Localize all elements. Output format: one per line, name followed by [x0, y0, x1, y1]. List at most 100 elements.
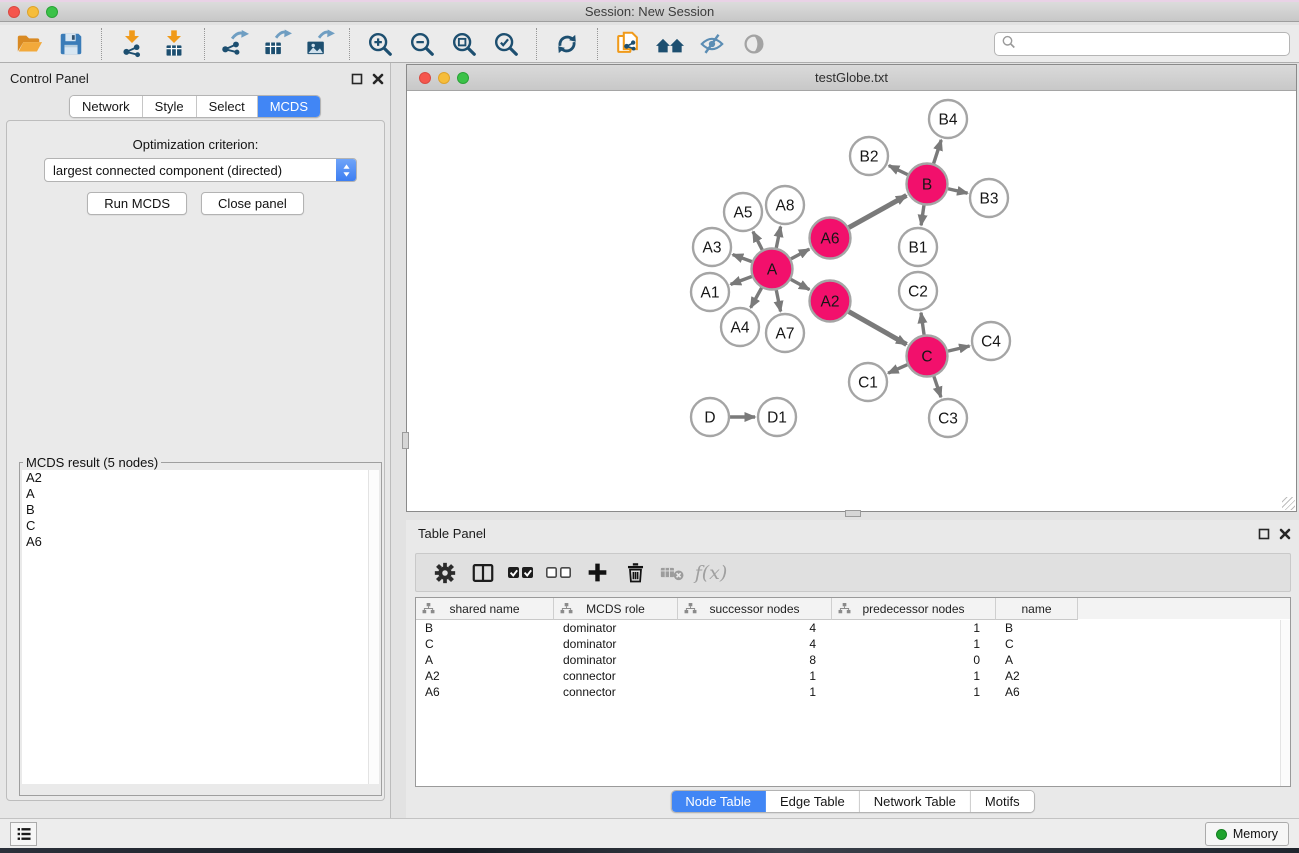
column-header-name[interactable]: name: [996, 598, 1078, 620]
export-table-icon[interactable]: [256, 27, 298, 61]
graph-edge-B-B4[interactable]: [934, 140, 942, 164]
column-header-shared-name[interactable]: shared name: [416, 598, 554, 620]
birdseye-handle-bottom[interactable]: [845, 510, 861, 517]
zoom-fit-icon[interactable]: [443, 27, 485, 61]
float-table-panel-icon[interactable]: [1257, 527, 1270, 540]
float-panel-icon[interactable]: [350, 72, 363, 85]
open-session-icon[interactable]: [8, 27, 50, 61]
delete-table-icon[interactable]: [654, 556, 692, 590]
export-image-icon[interactable]: [298, 27, 340, 61]
graph-node-A4[interactable]: A4: [721, 308, 759, 346]
graph-edge-A-A8[interactable]: [776, 227, 780, 248]
close-panel-button[interactable]: Close panel: [201, 192, 304, 215]
graph-node-A5[interactable]: A5: [724, 193, 762, 231]
graph-node-C1[interactable]: C1: [849, 363, 887, 401]
table-row[interactable]: Bdominator41B: [416, 620, 1290, 636]
graph-edge-B-B2[interactable]: [889, 166, 908, 175]
tab-select[interactable]: Select: [197, 96, 258, 117]
function-builder-icon[interactable]: f(x): [692, 556, 730, 590]
settings-gear-icon[interactable]: [426, 556, 464, 590]
graph-node-A7[interactable]: A7: [766, 314, 804, 352]
tab-network[interactable]: Network: [70, 96, 143, 117]
tab-mcds[interactable]: MCDS: [258, 96, 320, 117]
graph-node-B[interactable]: B: [907, 164, 948, 205]
import-network-icon[interactable]: [111, 27, 153, 61]
graph-node-C[interactable]: C: [907, 336, 948, 377]
tab-edge-table[interactable]: Edge Table: [766, 791, 860, 812]
table-row[interactable]: Adominator80A: [416, 652, 1290, 668]
tab-style[interactable]: Style: [143, 96, 197, 117]
graph-edge-C-C2[interactable]: [921, 313, 924, 335]
table-row[interactable]: A2connector11A2: [416, 668, 1290, 684]
graph-node-C2[interactable]: C2: [899, 272, 937, 310]
graph-node-C4[interactable]: C4: [972, 322, 1010, 360]
deselect-all-checkboxes-icon[interactable]: [540, 556, 578, 590]
graph-edge-C-C3[interactable]: [934, 376, 941, 397]
zoom-window-button[interactable]: [46, 6, 58, 18]
mcds-result-item[interactable]: A6: [22, 534, 379, 550]
graph-node-D1[interactable]: D1: [758, 398, 796, 436]
show-panels-list-icon[interactable]: [10, 822, 37, 846]
table-row[interactable]: Cdominator41C: [416, 636, 1290, 652]
network-zoom-button[interactable]: [457, 72, 469, 84]
graph-edge-A-A1[interactable]: [731, 276, 752, 284]
run-mcds-button[interactable]: Run MCDS: [87, 192, 187, 215]
table-scrollbar[interactable]: [1280, 620, 1290, 786]
graph-edge-B-B3[interactable]: [948, 189, 968, 193]
graph-edge-B-B1[interactable]: [921, 205, 924, 225]
minimize-window-button[interactable]: [27, 6, 39, 18]
graph-node-B2[interactable]: B2: [850, 137, 888, 175]
graph-node-C3[interactable]: C3: [929, 399, 967, 437]
tab-motifs[interactable]: Motifs: [971, 791, 1034, 812]
zoom-selected-icon[interactable]: [485, 27, 527, 61]
graph-edge-A-A4[interactable]: [751, 288, 762, 308]
graph-node-B1[interactable]: B1: [899, 228, 937, 266]
refresh-icon[interactable]: [546, 27, 588, 61]
mcds-result-item[interactable]: C: [22, 518, 379, 534]
graph-node-B3[interactable]: B3: [970, 179, 1008, 217]
search-input[interactable]: [994, 32, 1290, 56]
graph-edge-A6-B[interactable]: [849, 195, 907, 227]
graph-edge-A-A5[interactable]: [753, 232, 762, 250]
zoom-in-icon[interactable]: [359, 27, 401, 61]
import-table-icon[interactable]: [153, 27, 195, 61]
close-table-panel-icon[interactable]: [1278, 527, 1291, 540]
select-all-checkboxes-icon[interactable]: [502, 556, 540, 590]
network-close-button[interactable]: [419, 72, 431, 84]
graph-node-A3[interactable]: A3: [693, 228, 731, 266]
network-graph[interactable]: AA1A2A3A4A5A6A7A8BB1B2B3B4CC1C2C3C4DD1: [407, 91, 1296, 511]
graph-node-A1[interactable]: A1: [691, 273, 729, 311]
save-session-icon[interactable]: [50, 27, 92, 61]
network-minimize-button[interactable]: [438, 72, 450, 84]
hide-eye-icon[interactable]: [691, 27, 733, 61]
show-eye-icon[interactable]: [733, 27, 775, 61]
export-network-icon[interactable]: [214, 27, 256, 61]
mcds-result-item[interactable]: A: [22, 486, 379, 502]
mcds-result-item[interactable]: A2: [22, 470, 379, 486]
close-window-button[interactable]: [8, 6, 20, 18]
table-row[interactable]: A6connector11A6: [416, 684, 1290, 700]
criterion-dropdown[interactable]: largest connected component (directed): [44, 158, 357, 182]
delete-icon[interactable]: [616, 556, 654, 590]
column-header-mcds-role[interactable]: MCDS role: [554, 598, 678, 620]
graph-edge-A-A3[interactable]: [733, 255, 752, 262]
graph-node-D[interactable]: D: [691, 398, 729, 436]
close-panel-icon[interactable]: [371, 72, 384, 85]
graph-node-B4[interactable]: B4: [929, 100, 967, 138]
graph-node-A[interactable]: A: [752, 249, 793, 290]
add-icon[interactable]: [578, 556, 616, 590]
tab-network-table[interactable]: Network Table: [860, 791, 971, 812]
column-header-successor-nodes[interactable]: successor nodes: [678, 598, 832, 620]
mcds-result-item[interactable]: B: [22, 502, 379, 518]
graph-edge-A-A2[interactable]: [791, 279, 810, 289]
graph-edge-A-A6[interactable]: [791, 249, 809, 259]
split-view-icon[interactable]: [464, 556, 502, 590]
mcds-list-scrollbar[interactable]: [368, 470, 379, 784]
column-header-predecessor-nodes[interactable]: predecessor nodes: [832, 598, 996, 620]
graph-node-A8[interactable]: A8: [766, 186, 804, 224]
graph-node-A6[interactable]: A6: [810, 218, 851, 259]
zoom-out-icon[interactable]: [401, 27, 443, 61]
memory-button[interactable]: Memory: [1205, 822, 1289, 846]
graph-edge-A2-C[interactable]: [849, 312, 907, 345]
clone-network-icon[interactable]: [607, 27, 649, 61]
